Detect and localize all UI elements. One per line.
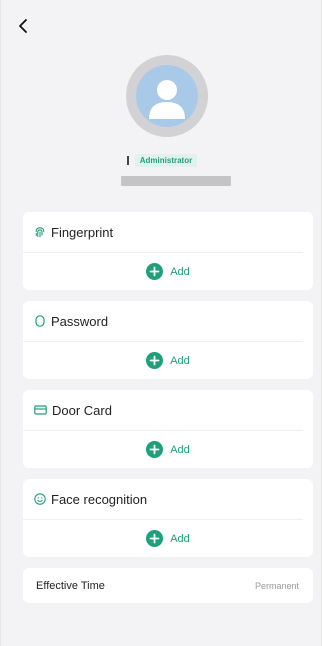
avatar[interactable] [136,65,198,127]
face-recognition-card: Face recognition Add [23,479,313,557]
add-fingerprint-button[interactable]: Add [23,253,313,290]
back-button[interactable] [15,14,35,38]
role-row: Administrator [1,152,322,168]
face-recognition-card-header: Face recognition [23,479,303,520]
add-circle-icon [146,441,164,458]
password-card-header: Password [23,301,303,342]
face-recognition-title: Face recognition [51,491,148,507]
role-badge: Administrator [134,153,198,167]
effective-time-row[interactable]: Effective Time Permanent [23,568,313,603]
effective-time-value: Permanent [254,580,299,591]
screen: Administrator Fingerprint Add Password A… [0,0,322,646]
fingerprint-title: Fingerprint [51,224,114,240]
add-circle-icon [146,530,164,547]
face-icon [34,493,46,505]
effective-time-label: Effective Time [36,579,105,592]
role-divider [126,155,129,165]
password-title: Password [51,313,109,329]
chevron-left-icon [19,19,27,33]
add-face-recognition-button[interactable]: Add [23,520,313,557]
password-card: Password Add [23,301,313,379]
door-card-title: Door Card [52,402,112,418]
add-circle-icon [146,263,164,280]
fingerprint-card-header: Fingerprint [23,212,303,253]
door-card-card: Door Card Add [23,390,313,468]
user-avatar-icon [149,80,185,119]
fingerprint-icon [35,227,45,238]
add-label: Add [170,443,190,456]
password-icon [35,315,45,327]
card-icon [34,405,47,415]
door-card-header: Door Card [23,390,303,431]
masked-account-id [121,176,231,186]
add-password-button[interactable]: Add [23,342,313,379]
fingerprint-card: Fingerprint Add [23,212,313,290]
add-label: Add [170,265,190,278]
add-label: Add [170,532,190,545]
avatar-ring [126,55,208,137]
add-circle-icon [146,352,164,369]
add-label: Add [170,354,190,367]
add-door-card-button[interactable]: Add [23,431,313,468]
